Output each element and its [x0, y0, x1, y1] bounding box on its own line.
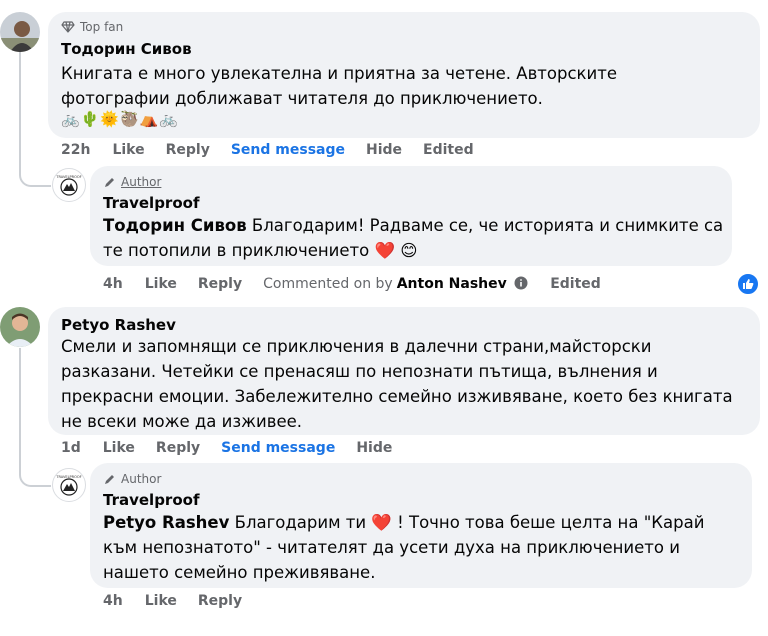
comment-actions: 22h Like Reply Send message Hide Edited	[61, 142, 495, 158]
edited-label[interactable]: Edited	[423, 142, 474, 158]
badge-label[interactable]: Author	[121, 472, 161, 486]
author-badge: Author	[103, 472, 161, 486]
pen-icon	[105, 474, 114, 484]
hide-button[interactable]: Hide	[356, 440, 392, 456]
top-fan-badge: Top fan	[61, 20, 123, 34]
edited-label[interactable]: Edited	[550, 276, 601, 292]
timestamp[interactable]: 22h	[61, 142, 90, 158]
logo-text: TRAVELPROOF	[55, 175, 81, 179]
reply-connector	[19, 460, 51, 487]
pen-icon	[105, 177, 114, 187]
mention-link[interactable]: Тодорин Сивов	[103, 216, 247, 235]
reply-actions: 4h Like Reply Commented on by Anton Nashe…	[103, 276, 622, 292]
thread-line	[19, 52, 21, 170]
timestamp[interactable]: 4h	[103, 276, 123, 292]
like-button[interactable]: Like	[103, 440, 135, 456]
commenter-name[interactable]: Anton Nashev	[397, 276, 507, 292]
comment-author[interactable]: Petyo Rashev	[61, 316, 176, 334]
like-button[interactable]: Like	[145, 276, 177, 292]
reply-button[interactable]: Reply	[156, 440, 200, 456]
send-message-button[interactable]: Send message	[231, 142, 345, 158]
badge-label: Top fan	[80, 20, 124, 34]
info-icon[interactable]	[514, 276, 528, 290]
like-button[interactable]: Like	[112, 142, 144, 158]
reply-author[interactable]: Travelproof	[103, 194, 199, 212]
timestamp[interactable]: 1d	[61, 440, 81, 456]
reply-connector	[19, 160, 51, 187]
reply-text: Petyo Rashev Благодарим ти ❤️ ! Точно то…	[103, 510, 743, 585]
thread-line	[19, 348, 21, 470]
reply-button[interactable]: Reply	[166, 142, 210, 158]
timestamp[interactable]: 4h	[103, 593, 123, 609]
diamond-icon	[61, 21, 75, 33]
reply-button[interactable]: Reply	[198, 593, 242, 609]
hide-button[interactable]: Hide	[366, 142, 402, 158]
send-message-button[interactable]: Send message	[221, 440, 335, 456]
comment-author[interactable]: Тодорин Сивов	[61, 40, 192, 58]
reply-author[interactable]: Travelproof	[103, 491, 199, 509]
avatar[interactable]	[0, 307, 40, 347]
comment-text: Книгата е много увлекателна и приятна за…	[61, 64, 617, 108]
page-avatar[interactable]: TRAVELPROOF	[52, 468, 86, 502]
reply-actions: 4h Like Reply	[103, 593, 263, 609]
commented-on-by-label: Commented on by	[263, 276, 393, 292]
author-badge: Author	[103, 175, 161, 189]
emoji-row: 🚲🌵🌞🦥⛺🚲	[61, 110, 180, 128]
reply-text: Тодорин Сивов Благодарим! Радваме се, че…	[103, 213, 728, 263]
comment-text: Смели и запомнящи се приключения в далеч…	[61, 337, 733, 431]
like-reaction-icon[interactable]	[736, 272, 760, 296]
mention-link[interactable]: Petyo Rashev	[103, 513, 229, 532]
badge-label[interactable]: Author	[121, 175, 161, 189]
logo-text: TRAVELPROOF	[55, 475, 81, 479]
page-avatar[interactable]: TRAVELPROOF	[52, 168, 86, 202]
commented-on-by: Commented on by Anton Nashev	[263, 276, 528, 292]
like-button[interactable]: Like	[145, 593, 177, 609]
comment-actions: 1d Like Reply Send message Hide	[61, 440, 413, 456]
reply-button[interactable]: Reply	[198, 276, 242, 292]
avatar[interactable]	[0, 12, 40, 52]
